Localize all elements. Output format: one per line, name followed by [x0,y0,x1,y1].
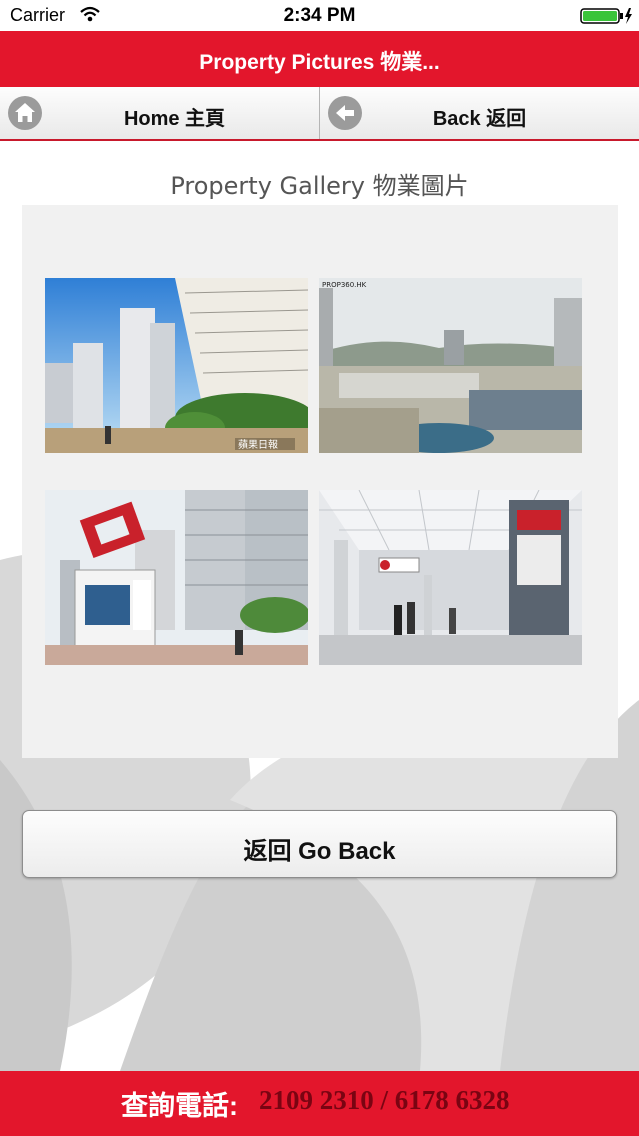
footer-phone-label: 查詢電話: [121,1091,238,1121]
footer-bar: 查詢電話: 2109 2310 / 6178 6328 [0,1071,639,1136]
title-bar: Property Pictures 物業... [0,31,639,87]
battery-charging-icon [580,8,632,24]
back-button-label: Back 返回 [432,108,527,130]
home-button-label: Home 主頁 [123,108,226,130]
go-back-label: 返回 Go Back [243,838,396,865]
home-button[interactable]: Home 主頁 [0,87,320,139]
gallery-panel: 蘋果日報 PROP360.HK [22,205,618,758]
gallery-photo-4[interactable] [319,490,582,665]
footer-phone-number[interactable]: 2109 2310 / 6178 6328 [259,1085,510,1116]
clock: 2:34 PM [283,5,356,26]
back-button[interactable]: Back 返回 [320,87,639,139]
photo-watermark: PROP360.HK [322,281,367,289]
gallery-heading: Property Gallery 物業圖片 [170,172,469,200]
gallery-photo-2[interactable]: PROP360.HK [319,278,582,453]
status-bar: Carrier 2:34 PM [0,0,639,31]
page-title: Property Pictures 物業... [199,51,440,74]
nav-bar: Home 主頁 Back 返回 [0,87,639,141]
go-back-button[interactable]: 返回 Go Back [22,810,617,878]
svg-text:蘋果日報: 蘋果日報 [238,439,278,451]
gallery-photo-3[interactable] [45,490,308,665]
gallery-photo-1[interactable]: 蘋果日報 [45,278,308,453]
